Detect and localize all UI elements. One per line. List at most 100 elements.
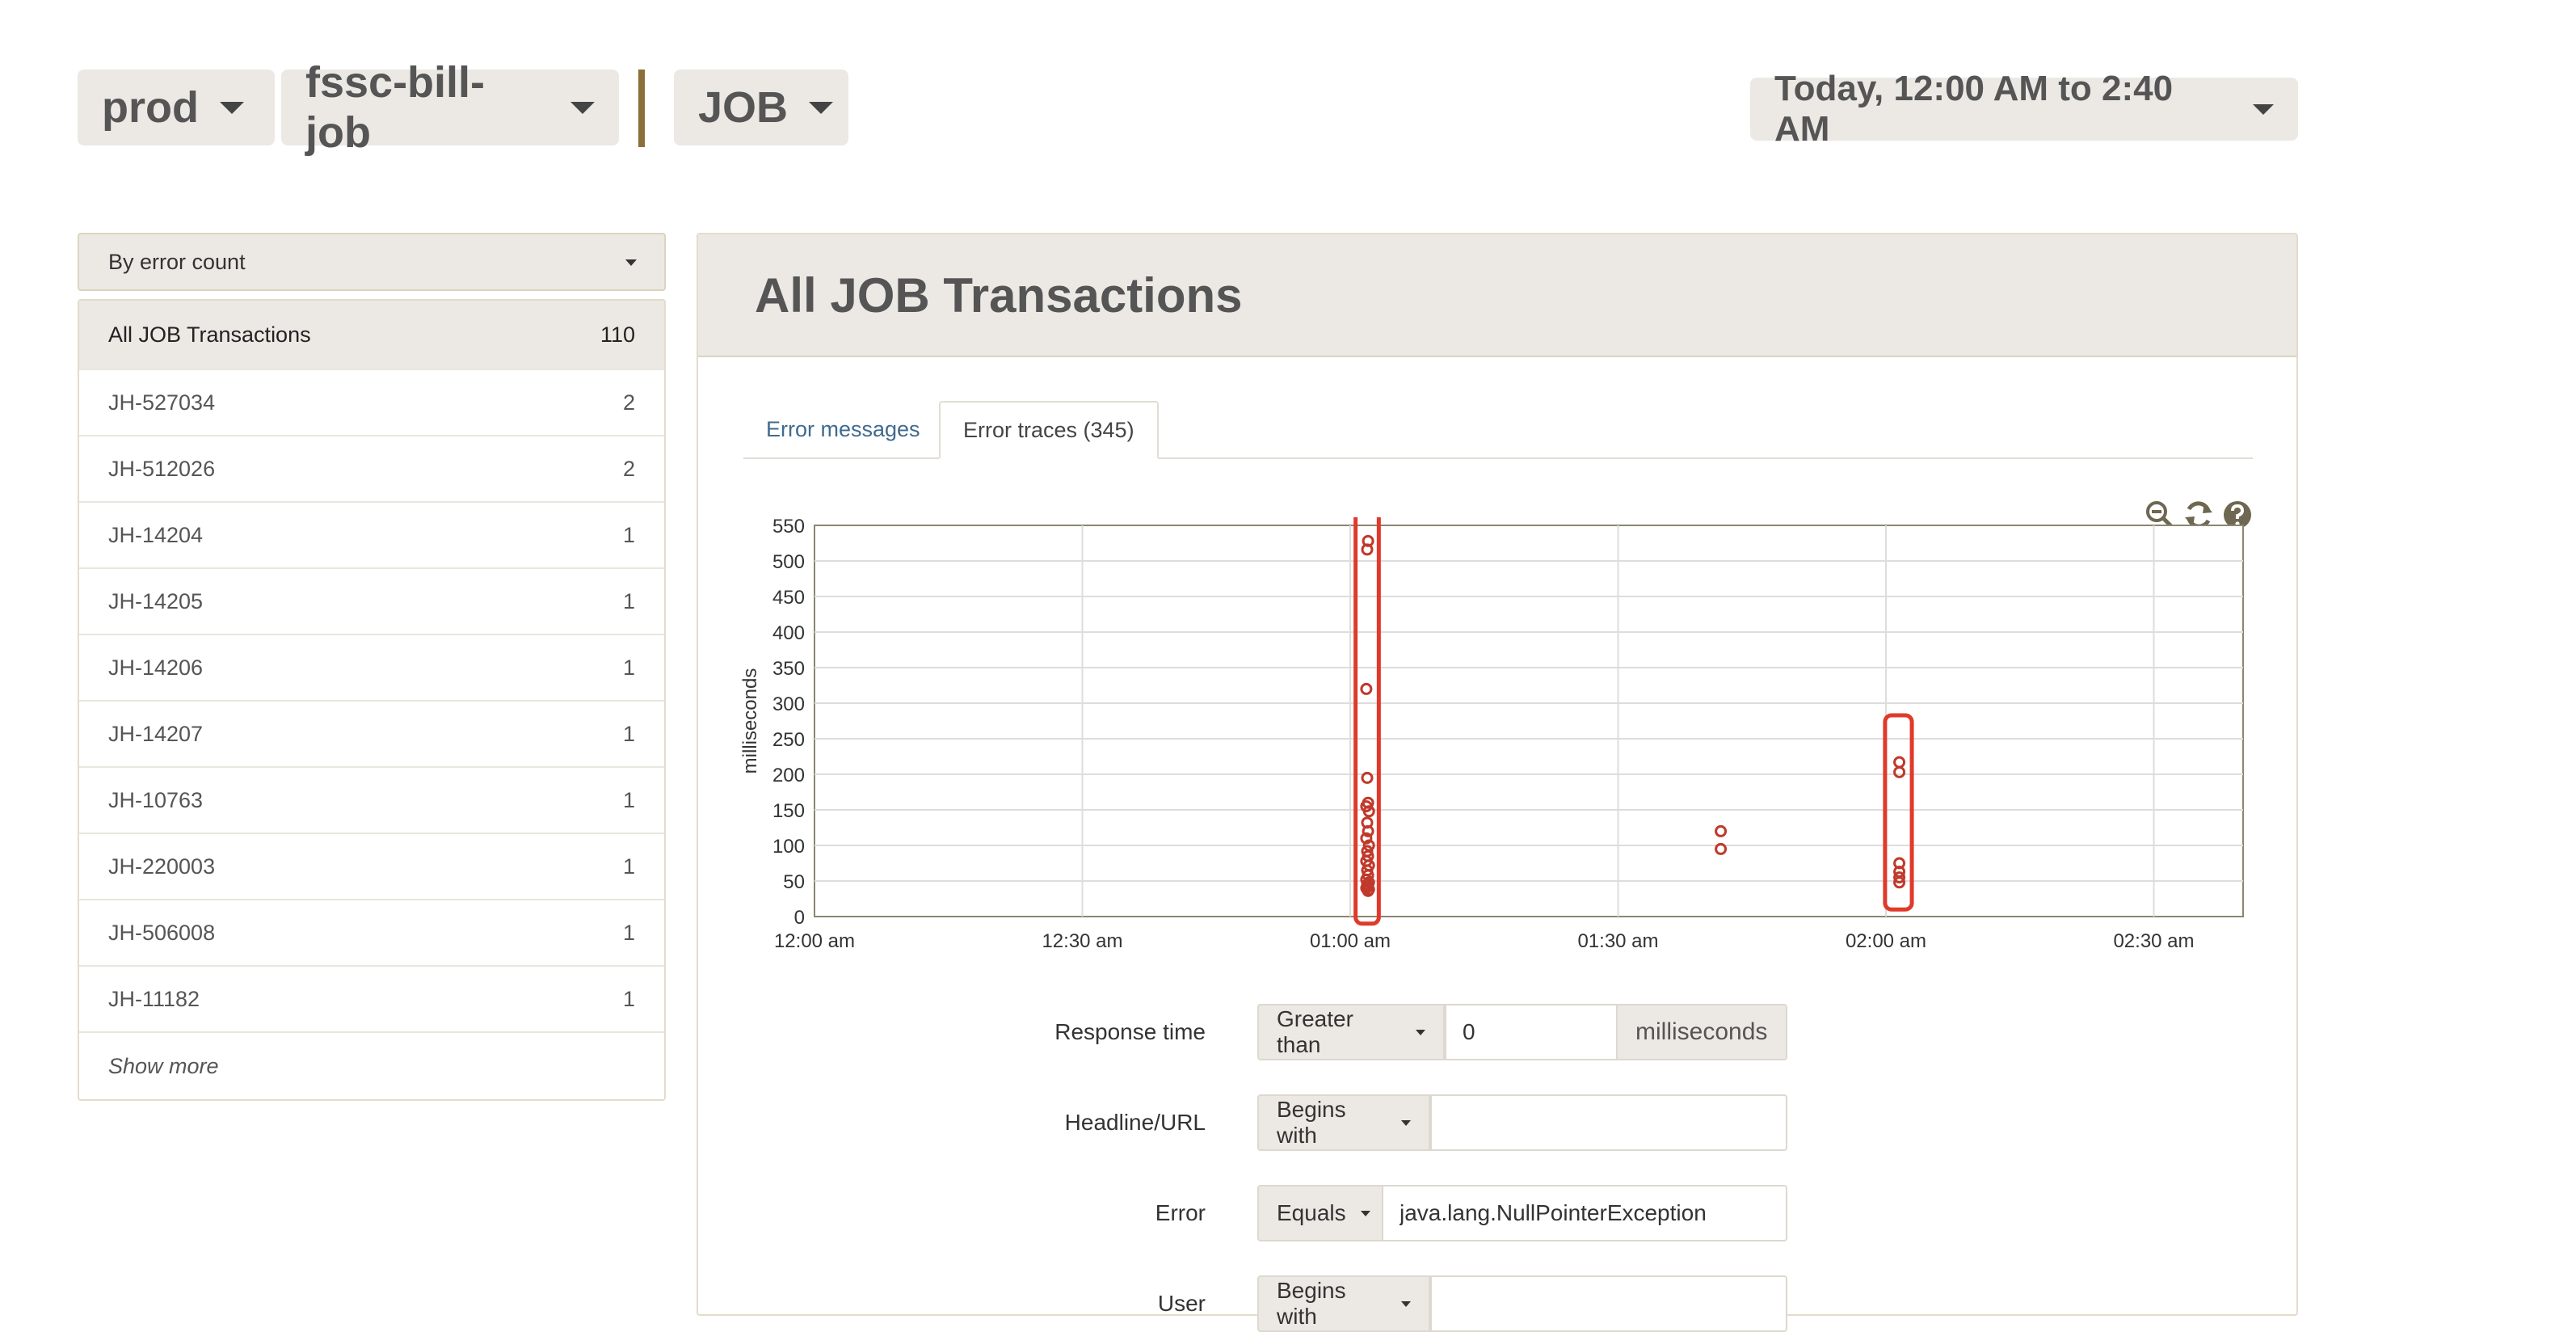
list-item-count: 1 [622,721,635,746]
time-range-selector[interactable]: Today, 12:00 AM to 2:40 AM [1750,69,2298,149]
x-tick-label: 01:00 am [1310,930,1391,952]
filter-error: Error Equals [698,1185,2300,1241]
list-item-label: JH-10763 [108,787,204,812]
chevron-down-icon [1401,1119,1411,1126]
list-item-label: JH-506008 [108,920,216,945]
list-item[interactable]: JH-10763 1 [79,768,664,834]
error-operator[interactable]: Equals [1257,1185,1383,1241]
list-item[interactable]: JH-512026 2 [79,436,664,503]
filter-response-time: Response time Greater than milliseconds [698,1004,2300,1060]
chevron-down-icon [219,101,244,114]
list-item-label: JH-527034 [108,390,216,415]
response-time-operator[interactable]: Greater than [1257,1004,1445,1060]
list-item-count: 1 [622,522,635,547]
x-tick-label: 12:00 am [774,930,855,952]
tab-bar: Error messages Error traces (345) [743,401,2253,459]
error-input[interactable] [1382,1185,1787,1241]
list-item[interactable]: JH-220003 1 [79,834,664,900]
all-transactions-item[interactable]: All JOB Transactions 110 [79,301,664,370]
list-item-label: All JOB Transactions [108,322,311,347]
y-tick-label: 100 [772,836,805,858]
x-tick-label: 12:30 am [1042,930,1122,952]
tab-error-traces[interactable]: Error traces (345) [939,401,1159,459]
list-item-count: 1 [622,854,635,879]
list-item-label: JH-11182 [108,986,200,1011]
chevron-down-icon [2253,103,2274,115]
list-item-count: 1 [622,588,635,613]
chevron-down-icon [1416,1029,1425,1035]
y-tick-label: 300 [772,693,805,715]
x-tick-label: 02:30 am [2113,930,2194,952]
list-item-label: JH-220003 [108,854,216,879]
show-more-link[interactable]: Show more [79,1033,664,1099]
list-item[interactable]: JH-14206 1 [79,635,664,702]
list-item[interactable]: JH-506008 1 [79,900,664,967]
list-item-count: 2 [622,390,635,415]
time-range-label: Today, 12:00 AM to 2:40 AM [1774,69,2174,149]
x-tick-label: 01:30 am [1577,930,1658,952]
list-item-label: JH-14207 [108,721,204,746]
chevron-down-icon [570,101,595,114]
list-item[interactable]: JH-14204 1 [79,503,664,569]
x-tick-label: 02:00 am [1846,930,1926,952]
chevron-down-icon [1360,1210,1370,1216]
response-time-input[interactable] [1445,1004,1618,1060]
chevron-down-icon [625,259,637,266]
list-item-count: 1 [622,655,635,680]
filter-label: Response time [1054,1019,1206,1044]
tab-error-messages[interactable]: Error messages [743,401,943,457]
page-title: All JOB Transactions [698,234,2296,357]
plot-area [814,525,2244,917]
y-tick-label: 250 [772,729,805,751]
list-item[interactable]: JH-527034 2 [79,370,664,436]
header-divider [638,70,645,147]
list-item-label: JH-14206 [108,655,204,680]
chart-grid [814,525,2244,917]
list-item-count: 1 [622,920,635,945]
filter-user: User Begins with [698,1275,2300,1332]
list-item[interactable]: JH-11182 1 [79,967,664,1033]
y-axis-label: milliseconds [739,668,761,774]
list-item-count: 1 [622,787,635,812]
y-tick-label: 150 [772,800,805,822]
list-item[interactable]: JH-14205 1 [79,569,664,635]
env-selector[interactable]: prod [78,70,275,145]
list-item-count: 2 [622,456,635,481]
app-selector[interactable]: fssc-bill-job [281,58,619,157]
list-item[interactable]: JH-14207 1 [79,702,664,768]
chevron-down-icon [1401,1300,1411,1307]
list-item-label: JH-14205 [108,588,204,613]
filter-label: Error [1155,1200,1206,1225]
sort-label: By error count [108,249,246,274]
y-tick-label: 400 [772,622,805,644]
main-panel: All JOB Transactions Error messages Erro… [697,233,2300,1332]
chevron-down-icon [809,101,834,114]
filter-label: User [1157,1291,1206,1316]
transaction-list: All JOB Transactions 110 JH-527034 2 JH-5… [78,299,666,1101]
operator-label: Begins with [1277,1278,1346,1329]
list-item-count: 1 [622,986,635,1011]
type-selector[interactable]: JOB [674,70,848,145]
y-tick-label: 550 [772,517,805,537]
operator-label: Equals [1277,1200,1346,1225]
headline-operator[interactable]: Begins with [1257,1094,1430,1151]
y-tick-label: 0 [794,907,805,929]
response-time-unit: milliseconds [1616,1004,1787,1060]
headline-input[interactable] [1430,1094,1787,1151]
env-label: prod [102,83,199,132]
type-label: JOB [698,83,789,132]
app-label: fssc-bill-job [305,58,486,157]
sort-select[interactable]: By error count [78,233,666,291]
user-input[interactable] [1430,1275,1787,1332]
operator-label: Greater than [1277,1006,1353,1057]
user-operator[interactable]: Begins with [1257,1275,1430,1332]
y-tick-label: 200 [772,765,805,786]
list-item-label: JH-512026 [108,456,216,481]
list-item-label: JH-14204 [108,522,204,547]
filter-headline: Headline/URL Begins with [698,1094,2300,1151]
filter-label: Headline/URL [1064,1110,1206,1135]
y-tick-label: 50 [783,871,805,893]
list-item-count: 110 [600,322,635,347]
y-tick-label: 450 [772,587,805,609]
y-tick-label: 350 [772,658,805,680]
